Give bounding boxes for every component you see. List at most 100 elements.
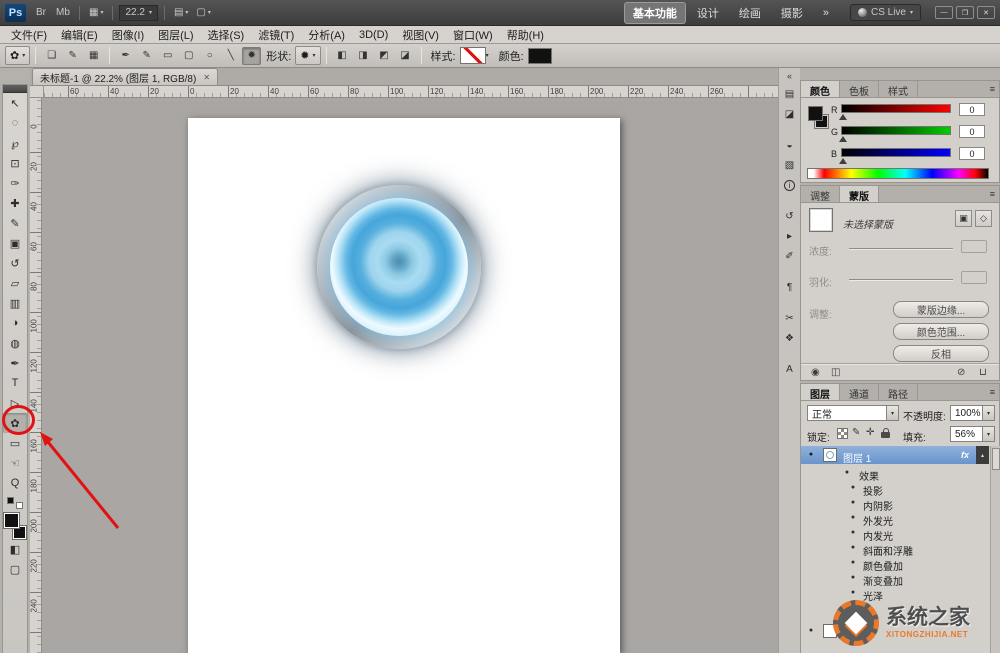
blur-tool[interactable]: ◑ <box>3 313 27 333</box>
tools-panel-header[interactable] <box>3 85 27 93</box>
healing-brush-tool[interactable]: ✚ <box>3 193 27 213</box>
foreground-color-swatch[interactable] <box>4 513 19 528</box>
menu-analysis[interactable]: 分析(A) <box>301 26 352 44</box>
visibility-eye-icon[interactable]: ● <box>805 451 817 458</box>
menu-view[interactable]: 视图(V) <box>395 26 446 44</box>
arrange-documents-icon[interactable]: ▤▾ <box>171 4 191 22</box>
delete-mask-icon[interactable]: ⊔ <box>979 367 987 378</box>
channel-g-value[interactable]: 0 <box>959 125 985 138</box>
tab-swatches[interactable]: 色板 <box>840 81 879 97</box>
apply-mask-icon[interactable]: ◫ <box>831 367 840 378</box>
effect-row[interactable]: ● 颜色叠加 <box>801 556 989 571</box>
visibility-eye-icon[interactable]: ● <box>847 574 859 581</box>
close-button[interactable]: ✕ <box>977 6 995 19</box>
move-tool[interactable]: ↖ <box>3 93 27 113</box>
effect-row[interactable]: ● 内发光 <box>801 526 989 541</box>
workspace-photography-button[interactable]: 摄影 <box>772 2 812 24</box>
workspace-essentials-button[interactable]: 基本功能 <box>624 2 686 24</box>
document-canvas[interactable] <box>188 118 620 653</box>
crop-tool[interactable]: ⊡ <box>3 153 27 173</box>
menu-3d[interactable]: 3D(D) <box>352 28 395 42</box>
histogram-panel-icon[interactable]: ▤ <box>781 86 799 102</box>
effect-row[interactable]: ● 斜面和浮雕 <box>801 541 989 556</box>
intersect-shape-area-button[interactable]: ◩ <box>375 47 394 65</box>
tab-paths[interactable]: 路径 <box>879 384 918 400</box>
menu-help[interactable]: 帮助(H) <box>500 26 551 44</box>
cs-live-button[interactable]: CS Live ▾ <box>850 4 921 21</box>
rounded-rectangle-tool-button[interactable]: ▢ <box>179 47 198 65</box>
tab-masks[interactable]: 蒙版 <box>840 186 879 202</box>
minimize-button[interactable]: — <box>935 6 953 19</box>
layer-row-layer1[interactable]: ● 图层 1 fx ▴ <box>801 446 989 464</box>
brush-tool[interactable]: ✎ <box>3 213 27 233</box>
dodge-tool[interactable]: ◍ <box>3 333 27 353</box>
scrollbar-thumb[interactable] <box>992 448 1000 470</box>
shape-layers-mode-button[interactable]: ❏ <box>42 47 61 65</box>
tab-channels[interactable]: 通道 <box>840 384 879 400</box>
channel-r-value[interactable]: 0 <box>959 103 985 116</box>
panel-menu-icon[interactable]: ≡ <box>990 387 995 397</box>
layer-thumbnail[interactable] <box>823 448 837 462</box>
pen-tool-button[interactable]: ✒ <box>116 47 135 65</box>
collapse-effects-icon[interactable]: ▴ <box>976 446 989 464</box>
history-brush-tool[interactable]: ↺ <box>3 253 27 273</box>
effect-row[interactable]: ● 投影 <box>801 481 989 496</box>
add-vector-mask-button[interactable]: ◇ <box>975 210 992 227</box>
info-panel-icon[interactable]: i <box>781 177 799 193</box>
eraser-tool[interactable]: ▱ <box>3 273 27 293</box>
visibility-eye-icon[interactable]: ● <box>847 529 859 536</box>
invert-button[interactable]: 反相 <box>893 345 989 362</box>
navigator-panel-icon[interactable]: ◪ <box>781 106 799 122</box>
shape-picker[interactable]: ✹ ▾ <box>295 46 320 65</box>
effects-header-row[interactable]: ● 效果 <box>801 466 989 481</box>
marquee-tool[interactable]: ◌ <box>3 113 27 133</box>
adjustments-panel-icon[interactable]: ◒ <box>781 137 799 153</box>
opacity-select[interactable]: 100% ▾ <box>950 405 995 421</box>
visibility-eye-icon[interactable]: ● <box>847 559 859 566</box>
menu-select[interactable]: 选择(S) <box>201 26 252 44</box>
line-tool-button[interactable]: ╲ <box>221 47 240 65</box>
brush-presets-panel-icon[interactable]: ❖ <box>781 330 799 346</box>
fill-select[interactable]: 56% ▾ <box>950 426 995 442</box>
shape-color-swatch[interactable] <box>528 48 552 64</box>
color-spectrum-ramp[interactable] <box>807 168 989 179</box>
view-extras-icon[interactable]: ▦▾ <box>86 4 106 22</box>
add-pixel-mask-button[interactable]: ▣ <box>955 210 972 227</box>
visibility-eye-icon[interactable]: ● <box>847 514 859 521</box>
layer-name[interactable]: 图层 1 <box>843 450 871 465</box>
foreground-color-swatch[interactable] <box>809 107 822 120</box>
workspace-painting-button[interactable]: 绘画 <box>730 2 770 24</box>
menu-file[interactable]: 文件(F) <box>4 26 54 44</box>
channel-r-slider[interactable] <box>841 104 951 113</box>
zoom-level-control[interactable]: 22.2▾ <box>119 5 157 21</box>
workspace-overflow-button[interactable]: » <box>814 4 838 22</box>
slider-thumb[interactable] <box>839 158 847 164</box>
lock-transparent-pixels-icon[interactable] <box>837 428 848 439</box>
styles-panel-icon[interactable]: ▧ <box>781 157 799 173</box>
slider-thumb[interactable] <box>839 136 847 142</box>
ellipse-tool-button[interactable]: ○ <box>200 47 219 65</box>
pen-tool[interactable]: ✒ <box>3 353 27 373</box>
character-panel-icon[interactable]: A <box>781 361 799 377</box>
load-selection-from-mask-icon[interactable]: ◉ <box>811 367 820 378</box>
lock-position-icon[interactable]: ✛ <box>866 427 874 438</box>
close-tab-icon[interactable]: ✕ <box>203 73 210 82</box>
tab-layers[interactable]: 图层 <box>801 384 840 400</box>
layer-fx-badge[interactable]: fx <box>961 450 969 460</box>
type-tool[interactable]: T <box>3 373 27 393</box>
screen-mode-icon[interactable]: ▢▾ <box>193 4 213 22</box>
gradient-tool[interactable]: ▥ <box>3 293 27 313</box>
slices-panel-icon[interactable]: ✂ <box>781 310 799 326</box>
effect-row[interactable]: ● 内阴影 <box>801 496 989 511</box>
channel-b-slider[interactable] <box>841 148 951 157</box>
subtract-shape-area-button[interactable]: ◨ <box>354 47 373 65</box>
document-tab[interactable]: 未标题-1 @ 22.2% (图层 1, RGB/8) ✕ <box>32 68 218 85</box>
add-shape-area-button[interactable]: ◧ <box>333 47 352 65</box>
tab-adjustments[interactable]: 调整 <box>801 186 840 202</box>
tool-preset-picker[interactable]: ✿ ▾ <box>5 46 30 65</box>
restore-button[interactable]: ❐ <box>956 6 974 19</box>
clone-stamp-tool[interactable]: ▣ <box>3 233 27 253</box>
menu-edit[interactable]: 编辑(E) <box>54 26 105 44</box>
tab-color[interactable]: 颜色 <box>801 81 840 97</box>
panel-menu-icon[interactable]: ≡ <box>990 84 995 94</box>
